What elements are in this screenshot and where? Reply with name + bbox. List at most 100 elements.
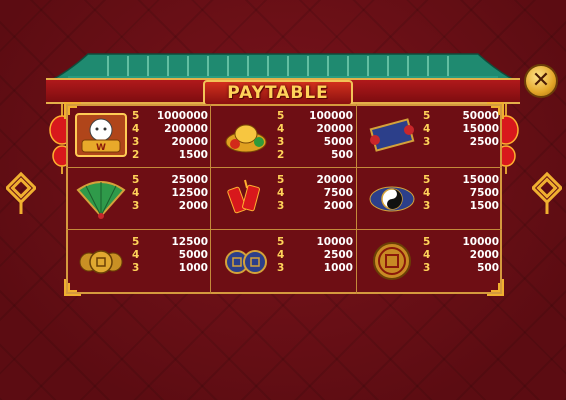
payout-row: 3 2000: [277, 200, 353, 213]
payout-row: 3 500: [423, 262, 499, 275]
payout-row: 3 1500: [423, 200, 499, 213]
pay-count: 4: [423, 123, 431, 135]
pay-count: 4: [277, 187, 285, 199]
payout-list: 5 10000 4 2000 3 500: [423, 236, 499, 275]
paytable-grid: W 5 1000000 4 200000 3 20000 2 1500 5 100000 …: [66, 104, 502, 294]
pay-value: 1000: [178, 262, 208, 274]
payout-row: 4 12500: [132, 187, 208, 200]
pay-count: 4: [132, 123, 140, 135]
pay-value: 15000: [462, 174, 499, 186]
pay-count: 5: [277, 236, 285, 248]
pay-count: 3: [423, 200, 431, 212]
pay-count: 5: [423, 174, 431, 186]
payout-row: 4 2000: [423, 249, 499, 262]
pay-value: 2500: [469, 136, 499, 148]
gold-ingot-icon: [219, 112, 273, 158]
pay-count: 4: [277, 123, 285, 135]
pay-value: 1500: [178, 149, 208, 161]
pay-count: 5: [132, 236, 140, 248]
payout-row: 4 2500: [277, 249, 353, 262]
pay-count: 5: [132, 110, 140, 122]
payout-row: 5 25000: [132, 174, 208, 187]
gold-coins-icon: [74, 238, 128, 284]
symbol-cell: 5 12500 4 5000 3 1000: [66, 230, 211, 294]
yin-yang-icon: [365, 176, 419, 222]
pay-count: 5: [423, 236, 431, 248]
pay-count: 4: [423, 249, 431, 261]
payout-row: 5 15000: [423, 174, 499, 187]
payout-row: 2 1500: [132, 149, 208, 162]
pay-value: 5000: [178, 249, 208, 261]
payout-list: 5 100000 4 20000 3 5000 2 500: [277, 110, 353, 162]
payout-row: 4 7500: [277, 187, 353, 200]
payout-row: 3 1000: [277, 262, 353, 275]
pay-value: 1000: [323, 262, 353, 274]
pay-count: 4: [423, 187, 431, 199]
pay-count: 4: [277, 249, 285, 261]
symbol-cell: 5 20000 4 7500 3 2000: [211, 168, 357, 230]
pay-value: 7500: [469, 187, 499, 199]
pay-count: 3: [132, 136, 140, 148]
symbol-cell: 5 10000 4 2500 3 1000: [211, 230, 357, 294]
pay-value: 12500: [171, 187, 208, 199]
pay-value: 15000: [462, 123, 499, 135]
pay-value: 25000: [171, 174, 208, 186]
pay-value: 200000: [164, 123, 208, 135]
pay-count: 4: [132, 187, 140, 199]
symbol-cell: 5 10000 4 2000 3 500: [357, 230, 502, 294]
pay-count: 3: [423, 136, 431, 148]
payout-row: 5 100000: [277, 110, 353, 123]
pay-value: 2000: [323, 200, 353, 212]
close-button[interactable]: ✕: [524, 64, 558, 98]
pay-count: 5: [132, 174, 140, 186]
pay-count: 3: [423, 262, 431, 274]
pay-value: 500: [331, 149, 353, 161]
payout-row: 3 2500: [423, 136, 499, 149]
pay-value: 20000: [316, 123, 353, 135]
pay-count: 3: [277, 136, 285, 148]
payout-row: 3 1000: [132, 262, 208, 275]
pay-count: 3: [277, 200, 285, 212]
close-x-icon: ✕: [531, 68, 551, 93]
corner-ornament-icon: [487, 102, 504, 119]
symbol-cell: 5 25000 4 12500 3 2000: [66, 168, 211, 230]
pay-count: 2: [277, 149, 285, 161]
payout-list: 5 1000000 4 200000 3 20000 2 1500: [132, 110, 208, 162]
payout-row: 5 1000000: [132, 110, 208, 123]
payout-row: 3 2000: [132, 200, 208, 213]
payout-list: 5 10000 4 2500 3 1000: [277, 236, 353, 275]
payout-row: 3 5000: [277, 136, 353, 149]
pay-count: 3: [277, 262, 285, 274]
blue-coins-icon: [219, 238, 273, 284]
pay-count: 2: [132, 149, 140, 161]
pay-value: 1000000: [156, 110, 208, 122]
symbol-cell: W 5 1000000 4 200000 3 20000 2 1500: [66, 104, 211, 168]
pay-count: 3: [132, 200, 140, 212]
folding-fan-icon: [74, 176, 128, 222]
gold-medallion-icon: [365, 238, 419, 284]
payout-row: 4 200000: [132, 123, 208, 136]
pay-count: 5: [277, 110, 285, 122]
payout-row: 5 20000: [277, 174, 353, 187]
svg-text:W: W: [96, 143, 106, 153]
pay-value: 100000: [309, 110, 353, 122]
pay-count: 3: [132, 262, 140, 274]
payout-row: 2 500: [277, 149, 353, 162]
title-plaque: PAYTABLE: [203, 80, 353, 106]
payout-row: 5 10000: [423, 236, 499, 249]
page-title: PAYTABLE: [227, 83, 329, 103]
corner-ornament-icon: [64, 102, 81, 119]
symbol-cell: 5 50000 4 15000 3 2500: [357, 104, 502, 168]
right-chinese-knot-icon: [532, 171, 562, 214]
payout-row: 3 20000: [132, 136, 208, 149]
symbol-cell: 5 15000 4 7500 3 1500: [357, 168, 502, 230]
pay-count: 4: [132, 249, 140, 261]
wild-lucky-cat-icon: W: [74, 112, 128, 158]
pay-value: 20000: [316, 174, 353, 186]
scroll-icon: [365, 112, 419, 158]
payout-row: 4 5000: [132, 249, 208, 262]
pay-value: 2500: [323, 249, 353, 261]
pay-count: 5: [277, 174, 285, 186]
pay-value: 500: [477, 262, 499, 274]
pay-value: 10000: [462, 236, 499, 248]
